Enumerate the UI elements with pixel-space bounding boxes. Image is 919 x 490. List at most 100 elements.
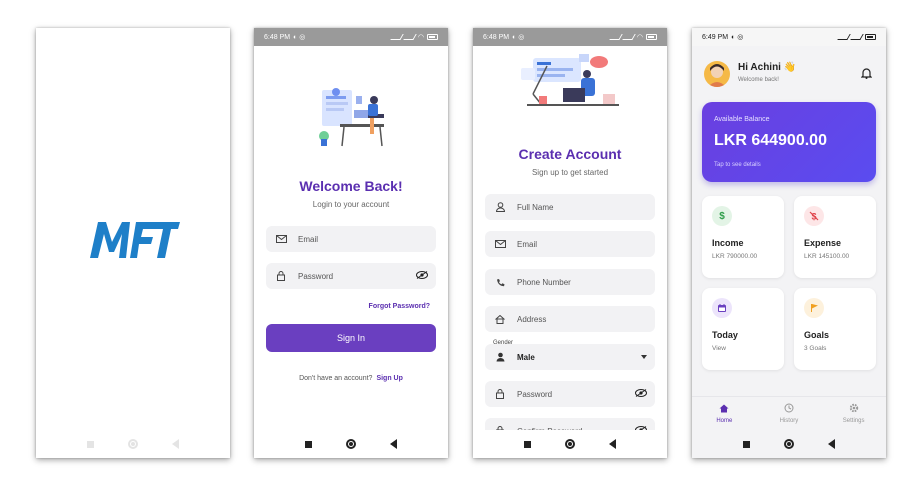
card-title: Expense xyxy=(804,238,842,248)
page-title: Welcome Back! xyxy=(299,178,403,194)
notification-icon: ◐ ◎ xyxy=(512,34,525,41)
card-title: Goals xyxy=(804,330,830,340)
recents-button[interactable] xyxy=(87,440,94,448)
email-placeholder: Email xyxy=(298,234,319,244)
lock-icon xyxy=(274,271,288,281)
nav-item-home[interactable]: Home xyxy=(699,404,749,424)
status-time: 6:48 PM xyxy=(264,33,291,41)
today-card[interactable]: Today View xyxy=(702,288,784,370)
home-button[interactable] xyxy=(784,439,794,449)
status-bar: 6:49 PM ◐ ◎ xyxy=(692,28,886,46)
status-time: 6:49 PM xyxy=(702,33,729,41)
balance-amount: LKR 644900.00 xyxy=(714,132,827,149)
phone-placeholder: Phone Number xyxy=(517,277,571,287)
nav-label: Home xyxy=(716,417,733,424)
notification-icon: ◐ ◎ xyxy=(293,34,306,41)
mail-icon xyxy=(274,235,288,243)
bottom-nav: Home History Settings xyxy=(692,396,886,430)
mail-icon xyxy=(493,240,507,248)
back-button[interactable] xyxy=(828,439,835,449)
page-subtitle: Login to your account xyxy=(312,200,390,209)
nav-label: History xyxy=(779,418,799,424)
page-title: Create Account xyxy=(518,146,622,162)
goals-card[interactable]: Goals 3 Goals xyxy=(794,288,876,370)
address-placeholder: Address xyxy=(517,314,547,324)
password-placeholder: Password xyxy=(298,271,334,281)
home-icon xyxy=(493,314,507,324)
status-bar: 6:48 PM ◐ ◎ ◠ xyxy=(254,28,448,46)
email-field[interactable]: Email xyxy=(266,226,436,252)
address-field[interactable]: Address xyxy=(485,306,655,332)
balance-hint: Tap to see details xyxy=(714,162,761,168)
home-button[interactable] xyxy=(346,439,356,449)
signal-icon xyxy=(403,34,417,40)
home-button[interactable] xyxy=(128,439,138,449)
nav-item-history[interactable]: History xyxy=(764,403,814,424)
home-icon xyxy=(719,404,729,415)
sign-in-button[interactable]: Sign In xyxy=(266,324,436,352)
signup-prompt: Don't have an account? Sign Up xyxy=(254,375,448,382)
income-card[interactable]: $ Income LKR 790000.00 xyxy=(702,196,784,278)
android-nav-bar xyxy=(254,430,448,458)
phone-field[interactable]: Phone Number xyxy=(485,269,655,295)
battery-icon xyxy=(646,34,657,40)
splash-screen xyxy=(36,28,230,458)
password-field[interactable]: Password xyxy=(485,381,655,407)
lock-icon xyxy=(493,389,507,399)
nav-label: Settings xyxy=(842,418,865,424)
recents-button[interactable] xyxy=(305,440,312,448)
register-screen: 6:48 PM ◐ ◎ ◠ Create Account Sign up to g… xyxy=(473,28,667,458)
full-name-field[interactable]: Full Name xyxy=(485,194,655,220)
mft-logo xyxy=(90,222,180,258)
notification-icon: ◐ ◎ xyxy=(731,34,744,41)
dollar-icon: $ xyxy=(712,206,732,226)
forgot-password-link[interactable]: Forgot Password? xyxy=(369,303,430,310)
bell-icon[interactable] xyxy=(860,66,873,84)
card-subtitle: 3 Goals xyxy=(804,345,827,352)
card-title: Today xyxy=(712,330,738,340)
full-name-placeholder: Full Name xyxy=(517,202,554,212)
recents-button[interactable] xyxy=(524,440,531,448)
android-nav-bar xyxy=(36,430,230,458)
balance-card[interactable]: Available Balance LKR 644900.00 Tap to s… xyxy=(702,102,876,182)
nav-item-settings[interactable]: Settings xyxy=(829,403,879,424)
email-placeholder: Email xyxy=(517,239,538,249)
eye-off-icon[interactable] xyxy=(416,271,428,281)
card-subtitle: LKR 790000.00 xyxy=(712,253,758,260)
password-placeholder: Password xyxy=(517,389,553,399)
gender-select[interactable]: Male xyxy=(485,344,655,370)
sign-up-link[interactable]: Sign Up xyxy=(376,375,402,382)
login-illustration xyxy=(319,88,384,147)
signal-icon xyxy=(837,34,851,40)
recents-button[interactable] xyxy=(743,440,750,448)
register-illustration xyxy=(521,54,619,106)
card-subtitle: LKR 145100.00 xyxy=(804,253,850,260)
android-nav-bar xyxy=(473,430,667,458)
email-field[interactable]: Email xyxy=(485,231,655,257)
login-screen: 6:48 PM ◐ ◎ ◠ Welcome Back! Login to your… xyxy=(254,28,448,458)
back-button[interactable] xyxy=(609,439,616,449)
eye-off-icon[interactable] xyxy=(635,389,647,399)
dashboard-screen: 6:49 PM ◐ ◎ Hi Achini 👋 Welcome back! Ava… xyxy=(692,28,886,458)
card-subtitle: View xyxy=(712,345,726,352)
signal-icon xyxy=(850,34,864,40)
person-icon xyxy=(493,352,507,362)
battery-icon xyxy=(427,34,438,40)
expense-card[interactable]: $ Expense LKR 145100.00 xyxy=(794,196,876,278)
signal-icon xyxy=(622,34,636,40)
wifi-icon: ◠ xyxy=(636,34,643,41)
phone-icon xyxy=(493,278,507,287)
password-field[interactable]: Password xyxy=(266,263,436,289)
back-button[interactable] xyxy=(172,439,179,449)
status-time: 6:48 PM xyxy=(483,33,510,41)
back-button[interactable] xyxy=(390,439,397,449)
flag-icon xyxy=(804,298,824,318)
person-icon xyxy=(493,202,507,212)
gear-icon xyxy=(849,403,859,415)
home-button[interactable] xyxy=(565,439,575,449)
avatar[interactable] xyxy=(704,61,730,87)
chevron-down-icon xyxy=(641,355,647,359)
greeting-subtitle: Welcome back! xyxy=(738,77,779,83)
no-account-text: Don't have an account? xyxy=(299,375,373,382)
page-subtitle: Sign up to get started xyxy=(531,168,609,177)
